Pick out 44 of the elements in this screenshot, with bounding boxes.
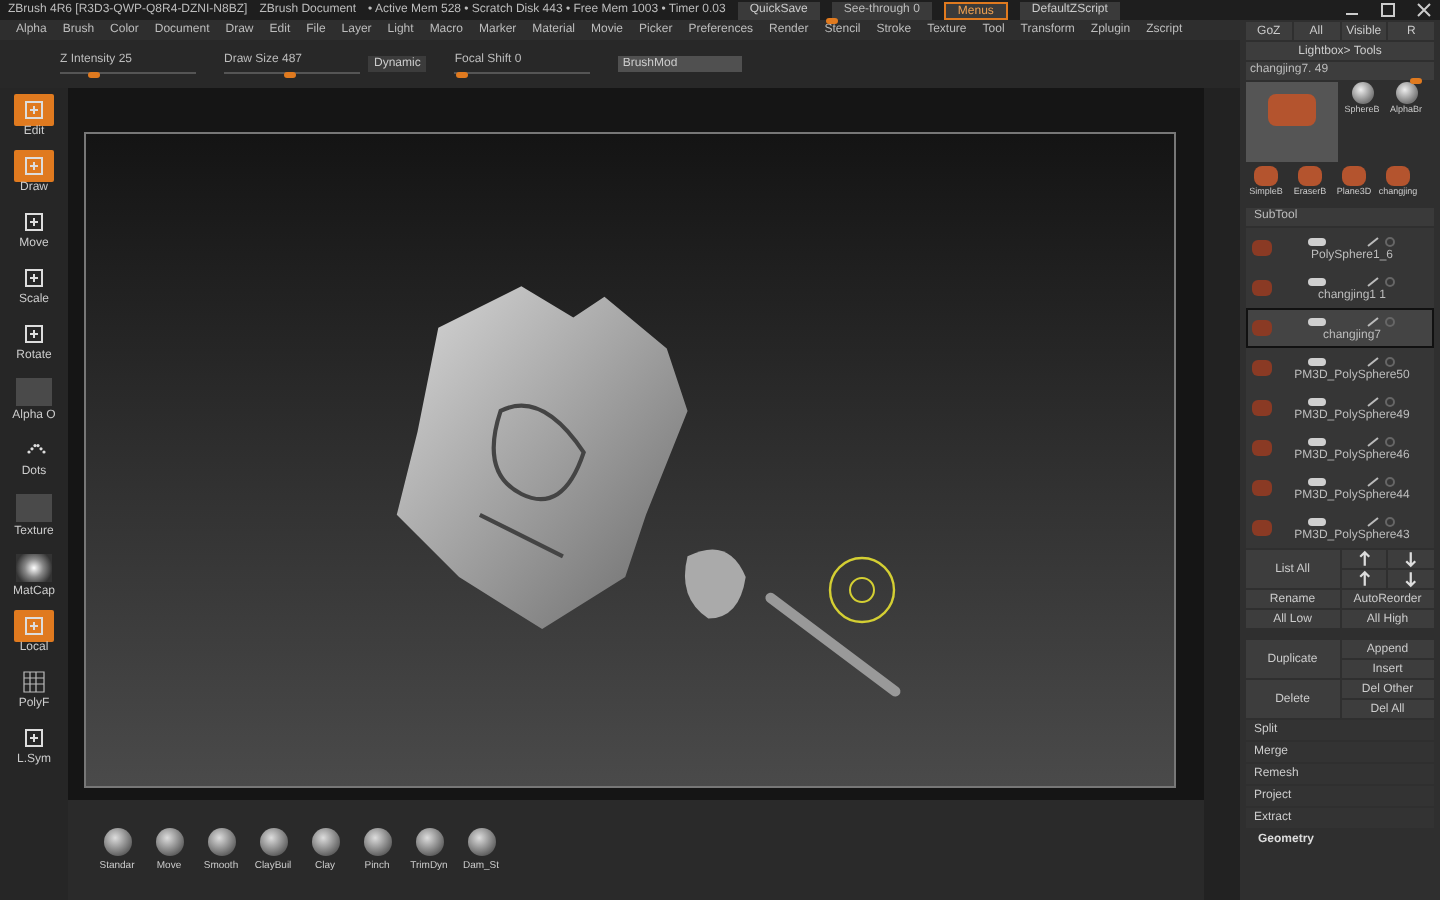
sphere-icon [415,828,443,856]
slider-thumb[interactable] [88,72,100,78]
tool-icon [22,210,46,234]
sphere-icon [259,828,287,856]
model-thumbnail [1342,166,1366,186]
subtool-thumbnail [1252,280,1272,296]
canvas[interactable] [68,88,1204,800]
slider-thumb[interactable] [284,72,297,78]
model-thumbnail [1298,166,1322,186]
sphere-icon [467,828,495,856]
brush-cursor-icon [826,554,898,626]
tool-icon [22,98,46,122]
sphere-icon [363,828,391,856]
subtool-thumbnail [1252,480,1272,496]
model-thumbnail [1268,94,1316,126]
subtool-thumbnail [1252,240,1272,256]
grid-icon [22,670,46,694]
subtool-thumbnail [1252,440,1272,456]
close-icon[interactable] [1416,2,1432,18]
sphere-icon [1395,82,1417,104]
tool-icon [22,322,46,346]
subtool-thumbnail [1252,520,1272,536]
model-thumbnail [1386,166,1410,186]
sphere-icon [155,828,183,856]
swatch-icon [16,494,52,522]
tool-thumbnail[interactable] [1246,82,1338,162]
scrollbar[interactable] [1204,88,1240,900]
maximize-icon[interactable] [1380,2,1396,18]
slider-thumb[interactable] [1409,78,1422,84]
subtool-thumbnail [1252,400,1272,416]
subtool-thumbnail [1252,320,1272,336]
sphere-icon [103,828,131,856]
slider-thumb[interactable] [455,72,468,78]
swatch-icon [16,378,52,406]
sphere-icon [1351,82,1373,104]
tool-icon [22,726,46,750]
tool-icon [22,266,46,290]
slider-thumb[interactable] [825,17,838,23]
subtool-thumbnail [1252,360,1272,376]
sphere-icon [311,828,339,856]
tool-icon [22,614,46,638]
sphere-icon [207,828,235,856]
tool-icon [22,154,46,178]
model-thumbnail [1254,166,1278,186]
